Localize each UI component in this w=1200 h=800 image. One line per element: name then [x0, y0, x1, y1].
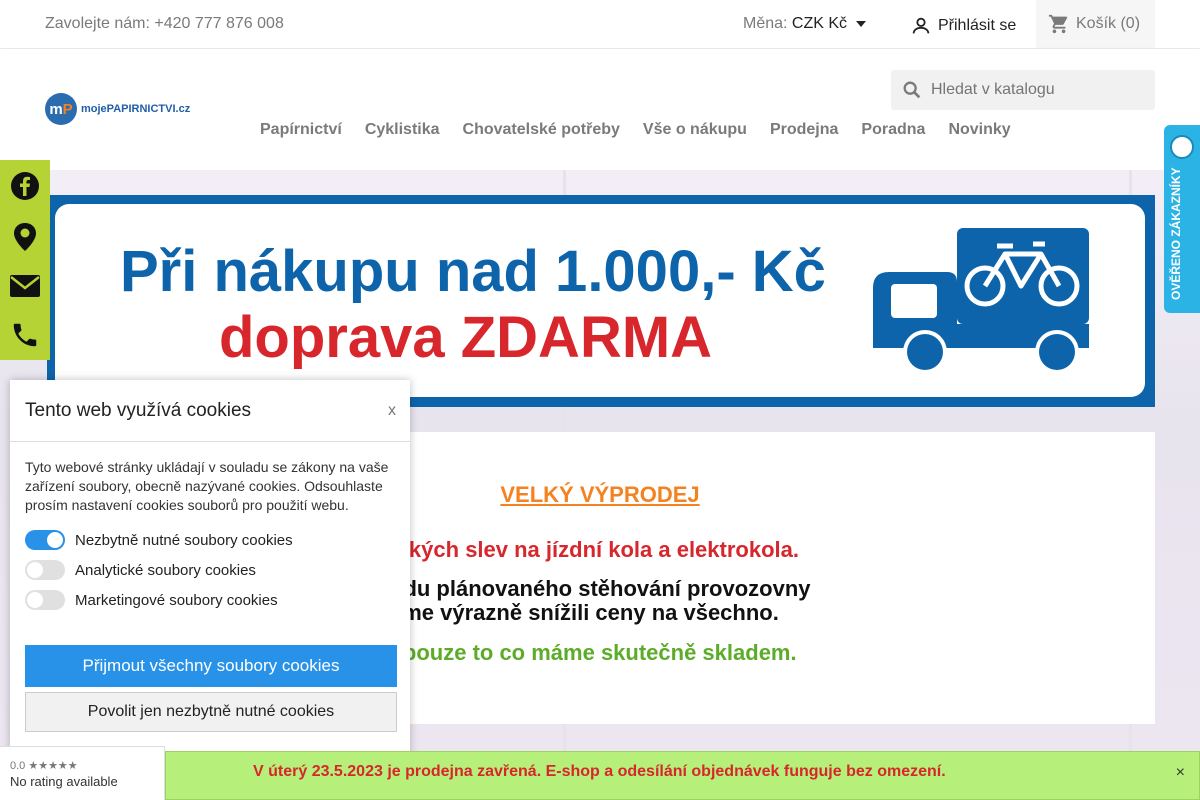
store-notice-message: V úterý 23.5.2023 je prodejna zavřená. E…: [253, 763, 946, 780]
cookie-toggle-marketing: Marketingové soubory cookies: [25, 590, 278, 610]
verified-by-customers-tab[interactable]: OVĚŘENO ZÁKAZNÍKY: [1164, 125, 1200, 313]
google-rating-badge[interactable]: 0.0 ★★★★★ No rating available: [0, 746, 165, 800]
accept-all-cookies-button[interactable]: Přijmout všechny soubory cookies: [25, 645, 397, 687]
nav-item-chovatelske-potreby[interactable]: Chovatelské potřeby: [463, 121, 620, 139]
cookie-consent-panel: Tento web využívá cookies x Tyto webové …: [10, 380, 410, 800]
site-header: mP mojePAPIRNICTVI.cz Papírnictví Cyklis…: [0, 49, 1200, 170]
nav-item-vse-o-nakupu[interactable]: Vše o nákupu: [643, 121, 747, 139]
sale-green-line: me pouze to co máme skutečně skladem.: [365, 640, 797, 665]
delivery-truck-icon: [873, 228, 1089, 374]
sale-black-text: odu plánovaného stěhování provozovny sme…: [330, 577, 890, 625]
user-icon: [912, 17, 930, 34]
search-input[interactable]: [931, 81, 1131, 99]
social-sidebar: [0, 160, 50, 360]
search-icon[interactable]: [901, 79, 923, 101]
rating-score: 0.0 ★★★★★: [10, 760, 78, 772]
toggle-knob: [27, 562, 43, 578]
toggle-label-analytics: Analytické soubory cookies: [75, 561, 256, 579]
sale-title[interactable]: VELKÝ VÝPRODEJ: [330, 482, 870, 508]
phone-icon[interactable]: [10, 320, 40, 350]
nav-item-novinky[interactable]: Novinky: [948, 121, 1010, 139]
logo-mark: mP: [45, 93, 77, 125]
currency-value: CZK Kč: [791, 15, 848, 32]
nav-item-poradna[interactable]: Poradna: [861, 121, 925, 139]
banner-line-1: Při nákupu nad 1.000,- Kč: [120, 239, 826, 304]
rating-text: No rating available: [10, 774, 118, 789]
banner-line-2: doprava ZDARMA: [219, 305, 713, 370]
currency-label: Měna:: [743, 15, 788, 32]
toggle-knob: [47, 532, 63, 548]
caret-down-icon: [855, 20, 866, 27]
sale-black-line-2: sme výrazně snížili ceny na všechno.: [390, 600, 779, 625]
toggle-switch-analytics[interactable]: [25, 560, 65, 580]
facebook-icon[interactable]: [10, 171, 40, 201]
logo-text: mojePAPIRNICTVI.cz: [81, 103, 191, 115]
store-notice-bar: V úterý 23.5.2023 je prodejna zavřená. E…: [165, 751, 1200, 800]
toggle-knob: [27, 592, 43, 608]
login-link[interactable]: Přihlásit se: [910, 15, 1016, 37]
sale-black-line-1: odu plánovaného stěhování provozovny: [390, 576, 811, 601]
cookie-panel-title: Tento web využívá cookies: [25, 400, 252, 421]
location-pin-icon[interactable]: [12, 222, 38, 252]
toggle-switch-necessary[interactable]: [25, 530, 65, 550]
toggle-switch-marketing[interactable]: [25, 590, 65, 610]
cookie-toggle-analytics: Analytické soubory cookies: [25, 560, 256, 580]
banner-inner: Při nákupu nad 1.000,- Kč doprava ZDARMA: [55, 204, 1145, 397]
verified-label: OVĚŘENO ZÁKAZNÍKY: [1169, 167, 1183, 300]
login-label: Přihlásit se: [938, 17, 1017, 34]
verified-badge-icon: [1170, 135, 1194, 159]
toggle-label-marketing: Marketingové soubory cookies: [75, 591, 278, 609]
nav-item-papirnictvi[interactable]: Papírnictví: [260, 121, 342, 139]
nav-item-cyklistika[interactable]: Cyklistika: [365, 121, 440, 139]
cart-icon: [1048, 14, 1068, 34]
notice-close-button[interactable]: ×: [1176, 764, 1185, 782]
nav-item-prodejna[interactable]: Prodejna: [770, 121, 838, 139]
cookie-panel-header: Tento web využívá cookies x: [10, 380, 410, 442]
main-nav: Papírnictví Cyklistika Chovatelské potře…: [260, 121, 1011, 139]
top-bar: Zavolejte nám: +420 777 876 008 Měna: CZ…: [0, 0, 1200, 49]
sale-announcement: VELKÝ VÝPRODEJ e velkých slev na jízdní …: [330, 432, 1155, 724]
sale-red-line: e velkých slev na jízdní kola a elektrok…: [360, 537, 799, 562]
toggle-label-necessary: Nezbytně nutné soubory cookies: [75, 531, 293, 549]
search-box: [891, 70, 1155, 110]
cookie-toggle-necessary: Nezbytně nutné soubory cookies: [25, 530, 293, 550]
cookie-close-button[interactable]: x: [388, 402, 396, 420]
site-logo[interactable]: mP mojePAPIRNICTVI.cz: [45, 93, 190, 125]
cookie-description: Tyto webové stránky ukládají v souladu s…: [25, 459, 389, 513]
cart-button[interactable]: Košík (0): [1036, 0, 1155, 48]
cart-label: Košík (0): [1076, 15, 1141, 32]
necessary-cookies-only-button[interactable]: Povolit jen nezbytně nutné cookies: [25, 692, 397, 732]
free-shipping-banner[interactable]: Při nákupu nad 1.000,- Kč doprava ZDARMA: [47, 195, 1155, 407]
email-icon[interactable]: [9, 273, 41, 299]
currency-selector[interactable]: Měna: CZK Kč: [743, 15, 866, 33]
phone-contact[interactable]: Zavolejte nám: +420 777 876 008: [45, 15, 284, 33]
